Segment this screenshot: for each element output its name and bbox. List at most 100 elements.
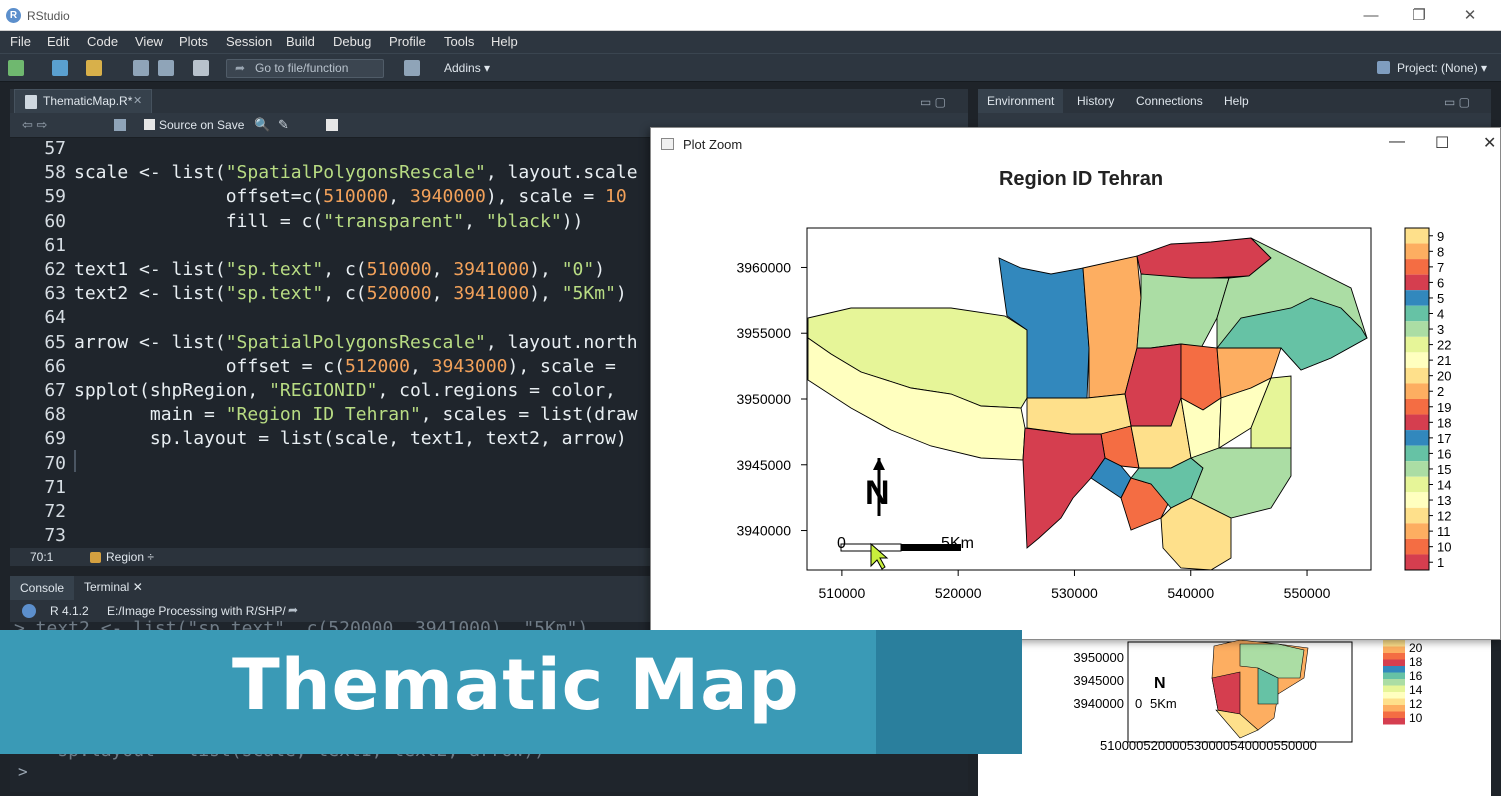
code-token: fill = c( — [74, 210, 324, 232]
mini-legend-swatch — [1383, 640, 1405, 647]
source-on-save-checkbox[interactable]: Source on Save — [144, 118, 244, 132]
tab-terminal-label: Terminal — [84, 580, 130, 594]
scope-selector[interactable]: Region ÷ — [106, 550, 154, 564]
editor-tab-bar: ThematicMap.R* ✕ ▭ ▢ — [10, 89, 968, 113]
menu-debug[interactable]: Debug — [333, 34, 371, 49]
print-icon[interactable] — [193, 60, 209, 76]
code-token: ), scale = — [507, 355, 627, 377]
tab-label: ThematicMap.R* — [43, 94, 133, 108]
open-folder-icon[interactable] — [86, 60, 102, 76]
code-line: arrow <- list("SpatialPolygonsRescale", … — [74, 332, 638, 353]
tab-help[interactable]: Help — [1224, 94, 1249, 108]
goto-file-input[interactable]: ➦ Go to file/function — [226, 59, 384, 78]
new-project-icon[interactable] — [52, 60, 68, 76]
tab-environment[interactable]: Environment — [978, 89, 1064, 113]
legend-swatch — [1405, 430, 1429, 446]
menu-profile[interactable]: Profile — [389, 34, 426, 49]
plots-pane: 3950000 3945000 3940000 5100005200005300… — [978, 638, 1491, 796]
zoom-close-icon[interactable]: ✕ — [1483, 133, 1496, 153]
tab-thematicmap[interactable]: ThematicMap.R* ✕ — [14, 89, 152, 113]
save-icon[interactable] — [133, 60, 149, 76]
search-icon[interactable]: 🔍 — [254, 117, 270, 133]
legend-label: 11 — [1437, 524, 1451, 539]
legend: 98765432221202191817161514131211101 — [1404, 227, 1451, 571]
grid-layout-icon[interactable] — [404, 60, 420, 76]
legend-label: 17 — [1437, 431, 1451, 446]
code-token: , layout.scale — [485, 162, 638, 184]
code-token: "SpatialPolygonsRescale" — [225, 162, 486, 184]
code-tools-icon[interactable]: ✎ — [278, 117, 289, 133]
window-title: RStudio — [27, 9, 70, 23]
mini-legend-label: 14 — [1409, 683, 1423, 697]
tab-terminal[interactable]: Terminal ✕ — [84, 580, 143, 594]
nav-back-forward-icon[interactable]: ⇦ ⇨ — [22, 117, 47, 133]
menu-file[interactable]: File — [10, 34, 31, 49]
line-number: 72 — [44, 501, 66, 522]
pane-minimize-icon[interactable]: ▭ ▢ — [920, 95, 946, 109]
menu-plots[interactable]: Plots — [179, 34, 208, 49]
function-scope-icon — [90, 552, 101, 563]
map-region — [1026, 393, 1132, 435]
line-number: 73 — [44, 525, 66, 547]
menu-help[interactable]: Help — [491, 34, 518, 49]
menu-edit[interactable]: Edit — [47, 34, 69, 49]
tab-close-icon[interactable]: ✕ — [133, 90, 142, 113]
legend-swatch — [1405, 305, 1429, 322]
mini-legend-swatch — [1383, 646, 1405, 653]
code-line: offset = c(512000, 3943000), scale = — [74, 356, 627, 377]
mini-legend-label: 18 — [1409, 655, 1423, 669]
code-token: main = — [74, 404, 226, 426]
mini-legend: 201816141210 — [1383, 640, 1423, 725]
code-token: ), — [529, 259, 562, 280]
tab-connections[interactable]: Connections — [1136, 94, 1203, 108]
maximize-icon[interactable]: ❐ — [1404, 5, 1434, 27]
zoom-maximize-icon[interactable]: ☐ — [1435, 133, 1449, 153]
legend-swatch — [1405, 554, 1429, 570]
scale-start-label: 0 — [837, 535, 846, 552]
line-number: 64 — [44, 307, 66, 329]
checkbox-icon — [144, 119, 155, 130]
environment-tab-bar: Environment History Connections Help ▭ ▢ — [978, 89, 1491, 113]
env-pane-minimize-icon[interactable]: ▭ ▢ — [1444, 95, 1470, 109]
y-tick-label: 3945000 — [736, 457, 791, 473]
mini-map-region — [1211, 671, 1241, 715]
menu-build[interactable]: Build — [286, 34, 315, 49]
zoom-minimize-icon[interactable]: — — [1389, 133, 1405, 151]
code-line: scale <- list("SpatialPolygonsRescale", … — [74, 162, 638, 183]
y-tick-label: 3940000 — [736, 523, 791, 539]
goto-directory-icon[interactable]: ➦ — [288, 603, 298, 617]
compile-report-icon[interactable] — [326, 119, 338, 131]
code-token: 3943000 — [431, 355, 508, 377]
code-token: 10 — [605, 186, 627, 208]
x-tick-label: 540000 — [1167, 585, 1214, 601]
code-token: ) — [615, 283, 627, 305]
code-token: arrow <- list( — [74, 331, 226, 353]
legend-label: 12 — [1437, 509, 1451, 524]
minimize-icon[interactable]: — — [1356, 5, 1386, 27]
menu-code[interactable]: Code — [87, 34, 118, 49]
mini-legend-swatch — [1383, 718, 1405, 725]
mini-legend-swatch — [1383, 659, 1405, 666]
project-menu[interactable]: Project: (None) ▾ — [1397, 61, 1487, 75]
cursor-position: 70:1 — [30, 550, 54, 564]
menu-tools[interactable]: Tools — [444, 34, 474, 49]
line-number: 67 — [44, 380, 66, 401]
line-number: 62 — [44, 259, 66, 280]
code-token: "sp.text" — [225, 259, 324, 280]
menu-view[interactable]: View — [135, 34, 163, 49]
legend-label: 13 — [1437, 493, 1451, 508]
code-token: 3941000 — [453, 283, 530, 305]
addins-menu[interactable]: Addins ▾ — [444, 61, 490, 75]
menu-session[interactable]: Session — [226, 34, 272, 49]
tab-console[interactable]: Console — [10, 576, 75, 600]
save-all-icon[interactable] — [158, 60, 174, 76]
tab-history[interactable]: History — [1077, 94, 1114, 108]
main-toolbar: ➦ Go to file/function Addins ▾ Project: … — [0, 53, 1501, 82]
close-icon[interactable]: ✕ — [1455, 5, 1485, 27]
code-token: , layout.north — [485, 331, 638, 353]
north-label: N — [865, 474, 890, 512]
editor-save-icon[interactable] — [114, 119, 126, 131]
mini-scale-start: 0 — [1135, 696, 1142, 711]
new-file-icon[interactable] — [8, 60, 24, 76]
line-number: 70 — [44, 452, 66, 474]
